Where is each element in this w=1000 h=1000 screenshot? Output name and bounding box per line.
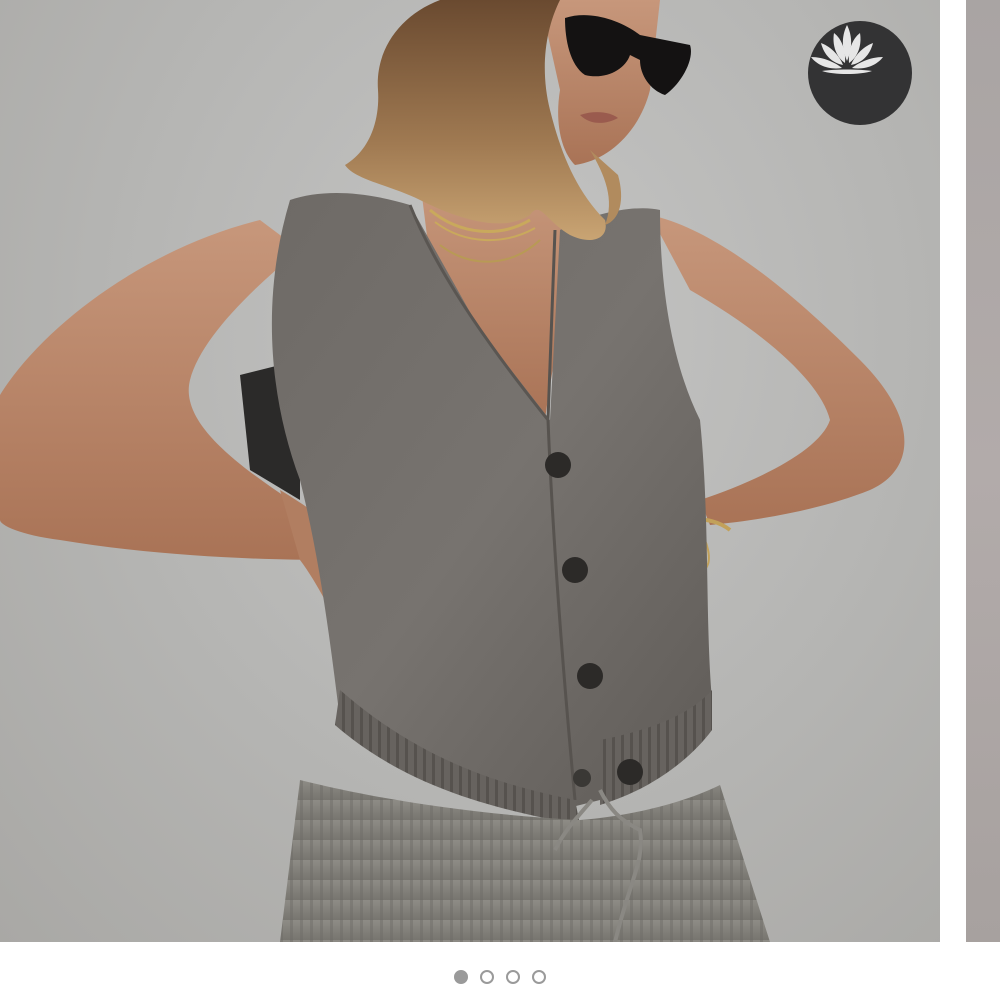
pagination-dot-3[interactable] xyxy=(506,970,520,984)
pagination-dot-4[interactable] xyxy=(532,970,546,984)
lotus-icon xyxy=(811,25,883,74)
model-photo-illustration xyxy=(0,0,905,942)
brand-badge[interactable] xyxy=(808,21,912,125)
pagination-dot-2[interactable] xyxy=(480,970,494,984)
product-photo-main[interactable] xyxy=(0,0,940,942)
product-photo-next-peek[interactable] xyxy=(966,0,1000,942)
carousel-pagination xyxy=(0,962,1000,992)
product-image-carousel[interactable] xyxy=(0,0,1000,1000)
pagination-dot-1[interactable] xyxy=(454,970,468,984)
carousel-track[interactable] xyxy=(0,0,1000,942)
